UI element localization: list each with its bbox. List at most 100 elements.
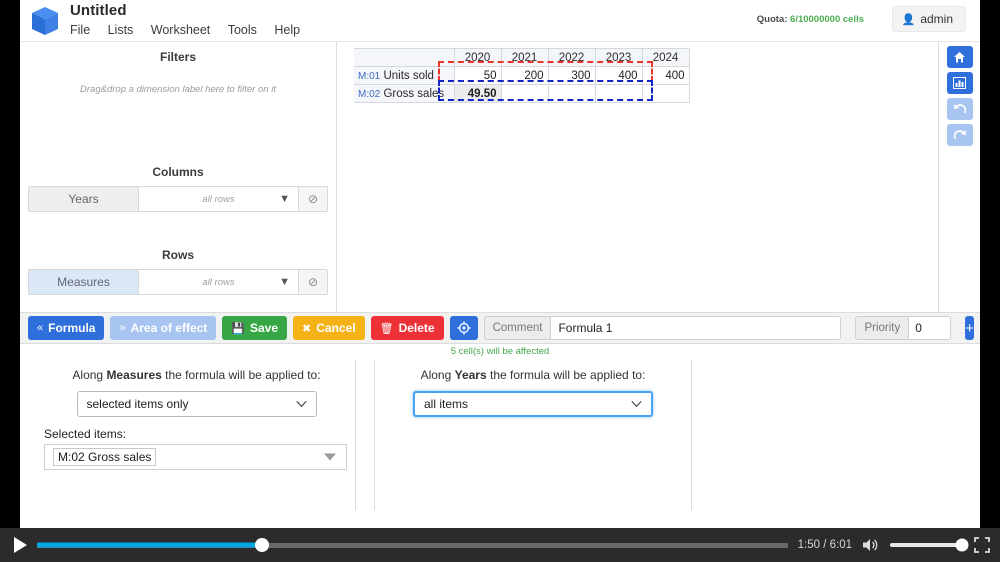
double-chevron-left-icon: « [37,322,44,334]
volume-slider[interactable] [890,538,969,552]
video-progress-slider[interactable] [37,538,788,552]
speaker-icon[interactable] [862,537,880,553]
selected-items-label: Selected items: [44,427,127,441]
funnel-icon[interactable]: ▼ [279,193,290,205]
columns-clear-button[interactable]: ⊘ [299,187,327,211]
fullscreen-icon[interactable] [974,537,990,553]
chevron-down-icon [631,400,642,408]
grid-row-header-gross-sales[interactable]: M:02 Gross sales [354,84,455,103]
grid-col-2021[interactable]: 2021 [500,48,549,67]
add-formula-button[interactable]: + [965,316,974,340]
rows-shelf-wrap: Measures all rows ▼ ⊘ [20,262,336,295]
columns-dimension-chip[interactable]: Years [29,187,139,211]
grid-col-2022[interactable]: 2022 [547,48,596,67]
priority-input[interactable] [909,316,952,340]
table-row: M:01 Units sold 50 200 300 400 400 [354,66,690,85]
columns-title: Columns [152,165,204,179]
filters-drop-hint: Drag&drop a dimension label here to filt… [80,84,276,95]
admin-label: admin [920,12,953,26]
cancel-button-label: Cancel [316,321,356,335]
grid-corner-cell [354,48,455,67]
menu-help[interactable]: Help [274,23,300,37]
years-select-wrap: all items [375,391,691,417]
columns-section: Columns Years all rows ▼ ⊘ [20,157,336,240]
cell-units-2024[interactable]: 400 [641,66,690,85]
chevron-down-icon [295,400,307,408]
rows-clear-button[interactable]: ⊘ [299,270,327,294]
delete-button[interactable]: 🗑 Delete [370,316,444,340]
grid-header-row: 2020 2021 2022 2023 2024 [354,48,690,67]
measures-scope-select[interactable]: selected items only [76,391,317,417]
cell-units-2023[interactable]: 400 [594,66,643,85]
menu-worksheet[interactable]: Worksheet [151,23,211,37]
measures-title-suffix: the formula will be applied to: [161,368,321,382]
grid-col-2023[interactable]: 2023 [594,48,643,67]
data-grid[interactable]: 2020 2021 2022 2023 2024 M:01 Units sold… [354,48,690,103]
comment-input[interactable] [551,316,842,340]
menu-tools[interactable]: Tools [228,23,257,37]
cell-units-2021[interactable]: 200 [500,66,549,85]
home-icon[interactable] [946,46,973,68]
crosshair-icon[interactable] [449,316,478,340]
chart-icon[interactable] [946,72,973,94]
cell-units-2020[interactable]: 50 [453,66,502,85]
rows-scope-field[interactable]: all rows ▼ [139,270,299,294]
area-of-effect-label: Area of effect [130,321,208,335]
cell-units-2022[interactable]: 300 [547,66,596,85]
scope-panels: Along Measures the formula will be appli… [20,360,980,510]
filters-section[interactable]: Filters Drag&drop a dimension label here… [20,42,336,157]
selected-items-dropdown[interactable]: M:02 Gross sales [44,444,347,470]
priority-group: Priority [855,316,952,340]
cell-gross-2021[interactable] [500,84,549,103]
data-grid-pane: 2020 2021 2022 2023 2024 M:01 Units sold… [338,42,938,312]
cell-gross-2022[interactable] [547,84,596,103]
grid-col-2024[interactable]: 2024 [641,48,690,67]
years-scope-title: Along Years the formula will be applied … [375,368,691,382]
volume-track [890,543,962,547]
cell-gross-2024[interactable] [641,84,690,103]
cell-gross-2023[interactable] [594,84,643,103]
menu-file[interactable]: File [70,23,90,37]
measures-select-wrap: selected items only [38,391,355,417]
columns-shelf-wrap: Years all rows ▼ ⊘ [20,179,336,212]
formula-button[interactable]: « Formula [28,316,105,340]
rows-dimension-chip[interactable]: Measures [29,270,139,294]
menu-lists[interactable]: Lists [108,23,134,37]
app-header: Untitled File Lists Worksheet Tools Help… [20,0,980,42]
cell-gross-2020[interactable]: 49.50 [453,84,502,103]
cancel-button[interactable]: ✖ Cancel [293,316,365,340]
grid-col-2020[interactable]: 2020 [453,48,502,67]
area-of-effect-button[interactable]: » Area of effect [110,316,217,340]
selected-item-chip: M:02 Gross sales [53,448,157,466]
video-time-label: 1:50 / 6:01 [797,539,852,551]
caret-down-icon[interactable] [324,453,336,461]
columns-shelf[interactable]: Years all rows ▼ ⊘ [28,186,328,212]
measure-code: M:02 [358,88,381,100]
grid-row-header-units-sold[interactable]: M:01 Units sold [354,66,455,85]
rows-shelf[interactable]: Measures all rows ▼ ⊘ [28,269,328,295]
volume-knob[interactable] [955,538,969,552]
affected-cells-note: 5 cell(s) will be affected [20,344,980,360]
delete-button-label: Delete [398,321,435,335]
double-chevron-right-icon: » [119,322,126,334]
priority-label: Priority [855,316,910,340]
user-icon: 👤 [901,13,916,26]
funnel-icon[interactable]: ▼ [279,276,290,288]
comment-group: Comment [483,316,842,340]
rows-scope-text: all rows [202,276,235,288]
progress-knob[interactable] [255,538,270,552]
admin-button[interactable]: 👤 admin [891,6,966,32]
undo-icon[interactable] [946,98,973,120]
measures-scope-value: selected items only [86,397,189,411]
columns-scope-field[interactable]: all rows ▼ [139,187,299,211]
save-button[interactable]: 💾 Save [222,316,288,340]
years-scope-panel: Along Years the formula will be applied … [374,360,692,510]
years-scope-select[interactable]: all items [413,391,653,417]
video-player-controls: 1:50 / 6:01 [0,528,1000,562]
redo-icon[interactable] [946,124,973,146]
main-area: Filters Drag&drop a dimension label here… [20,42,980,312]
save-button-label: Save [249,321,279,335]
application-window: Untitled File Lists Worksheet Tools Help… [20,0,980,530]
play-icon[interactable] [14,537,27,553]
x-icon: ✖ [302,322,312,335]
